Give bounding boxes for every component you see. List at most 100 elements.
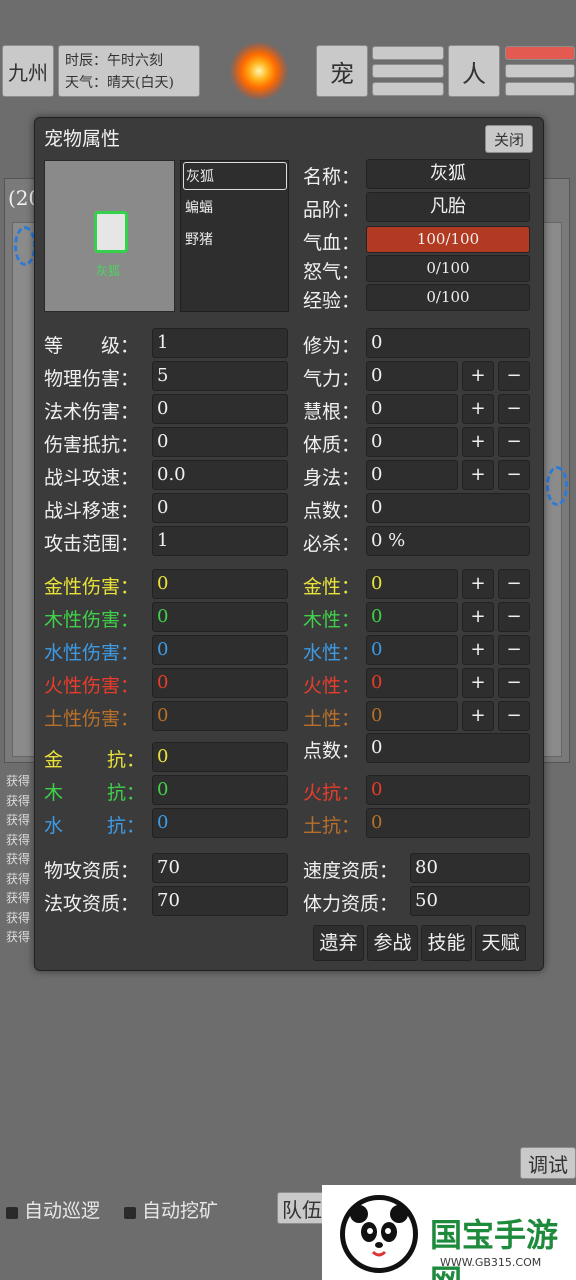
auto-patrol-toggle[interactable]: 自动巡逻 <box>6 1196 100 1223</box>
pet-card-icon <box>94 211 128 253</box>
fire-minus-button[interactable]: − <box>498 668 530 698</box>
strength-label: 气力： <box>303 368 361 390</box>
earth-attr-field: 0 <box>366 701 458 731</box>
wood-attr-field: 0 <box>366 602 458 632</box>
wisdom-plus-button[interactable]: + <box>462 394 494 424</box>
player-hp-bar <box>505 46 575 60</box>
checkbox-icon <box>124 1206 136 1219</box>
element-points-field: 0 <box>366 733 530 763</box>
water-attr-label: 水性： <box>303 642 361 664</box>
magic-damage-label: 法术伤害： <box>44 401 140 423</box>
auto-patrol-label: 自动巡逻 <box>24 1200 101 1222</box>
phys-damage-field: 5 <box>152 361 288 391</box>
earth-resist-field: 0 <box>366 808 530 838</box>
region-button[interactable]: 九州 <box>2 45 54 97</box>
skills-button[interactable]: 技能 <box>421 925 472 961</box>
wood-minus-button[interactable]: − <box>498 602 530 632</box>
stamina-aptitude-field: 50 <box>410 886 530 916</box>
cultivation-label: 修为： <box>303 335 361 357</box>
panda-logo-icon <box>340 1195 418 1273</box>
wood-resist-label-a: 木 <box>44 782 64 804</box>
points-label: 点数： <box>303 500 361 522</box>
time-weather-panel: 时辰：午时六刻 天气：晴天(白天) <box>58 45 200 97</box>
join-battle-button[interactable]: 参战 <box>367 925 418 961</box>
wood-plus-button[interactable]: + <box>462 602 494 632</box>
talent-button[interactable]: 天赋 <box>475 925 526 961</box>
metal-plus-button[interactable]: + <box>462 569 494 599</box>
crit-field: 0 % <box>366 526 530 556</box>
pet-tab[interactable]: 宠 <box>316 45 368 97</box>
water-damage-label: 水性伤害： <box>44 642 140 664</box>
fire-damage-label: 火性伤害： <box>44 675 140 697</box>
abandon-button[interactable]: 遗弃 <box>313 925 364 961</box>
level-label: 等 级： <box>44 335 140 357</box>
pet-list-item[interactable]: 野猪 <box>183 226 287 254</box>
wood-attr-label: 木性： <box>303 609 361 631</box>
strength-field: 0 <box>366 361 458 391</box>
metal-resist-label-b: 抗： <box>107 749 146 771</box>
strength-plus-button[interactable]: + <box>462 361 494 391</box>
watermark-url: WWW.GB315.COM <box>440 1256 542 1269</box>
water-minus-button[interactable]: − <box>498 635 530 665</box>
pet-list-item[interactable]: 蝙蝠 <box>183 194 287 222</box>
earth-plus-button[interactable]: + <box>462 701 494 731</box>
magic-aptitude-label: 法攻资质： <box>44 893 140 915</box>
water-attr-field: 0 <box>366 635 458 665</box>
fire-attr-label: 火性： <box>303 675 361 697</box>
move-speed-label: 战斗移速： <box>44 500 140 522</box>
metal-minus-button[interactable]: − <box>498 569 530 599</box>
wood-resist-field: 0 <box>152 775 288 805</box>
attack-range-label: 攻击范围： <box>44 533 140 555</box>
debug-button[interactable]: 调试 <box>520 1147 576 1179</box>
close-button[interactable]: 关闭 <box>485 125 533 153</box>
move-speed-field: 0 <box>152 493 288 523</box>
fire-damage-field: 0 <box>152 668 288 698</box>
earth-minus-button[interactable]: − <box>498 701 530 731</box>
phys-aptitude-field: 70 <box>152 853 288 883</box>
agility-plus-button[interactable]: + <box>462 460 494 490</box>
wisdom-minus-button[interactable]: − <box>498 394 530 424</box>
metal-damage-label: 金性伤害： <box>44 576 140 598</box>
pet-list-item[interactable]: 灰狐 <box>183 162 287 190</box>
rage-bar: 0/100 <box>366 255 530 282</box>
player-stat-bar <box>505 64 575 78</box>
weather-text: 天气：晴天(白天) <box>65 75 174 91</box>
speed-aptitude-field: 80 <box>410 853 530 883</box>
agility-field: 0 <box>366 460 458 490</box>
panda-face-icon <box>350 1205 408 1257</box>
agility-minus-button[interactable]: − <box>498 460 530 490</box>
auto-mine-label: 自动挖矿 <box>142 1200 219 1222</box>
pet-portrait-name: 灰狐 <box>96 264 121 278</box>
exp-label: 经验： <box>303 290 361 312</box>
person-tab[interactable]: 人 <box>448 45 500 97</box>
pet-slot-bar <box>372 64 444 78</box>
pet-list: 灰狐 蝙蝠 野猪 <box>180 160 289 312</box>
attack-speed-field: 0.0 <box>152 460 288 490</box>
earth-attr-label: 土性： <box>303 708 361 730</box>
time-text: 时辰：午时六刻 <box>65 53 163 69</box>
metal-attr-field: 0 <box>366 569 458 599</box>
magic-damage-field: 0 <box>152 394 288 424</box>
fire-resist-label: 火抗： <box>303 782 361 804</box>
fire-plus-button[interactable]: + <box>462 668 494 698</box>
rage-label: 怒气： <box>303 261 361 283</box>
metal-damage-field: 0 <box>152 569 288 599</box>
team-button[interactable]: 队伍 <box>277 1192 327 1224</box>
damage-resist-field: 0 <box>152 427 288 457</box>
strength-minus-button[interactable]: − <box>498 361 530 391</box>
wisdom-label: 慧根： <box>303 401 361 423</box>
water-damage-field: 0 <box>152 635 288 665</box>
earth-damage-field: 0 <box>152 701 288 731</box>
wood-damage-field: 0 <box>152 602 288 632</box>
level-field: 1 <box>152 328 288 358</box>
fire-attr-field: 0 <box>366 668 458 698</box>
checkbox-icon <box>6 1206 18 1219</box>
water-plus-button[interactable]: + <box>462 635 494 665</box>
points-field: 0 <box>366 493 530 523</box>
agility-label: 身法： <box>303 467 361 489</box>
water-resist-field: 0 <box>152 808 288 838</box>
fire-resist-field: 0 <box>366 775 530 805</box>
constitution-minus-button[interactable]: − <box>498 427 530 457</box>
constitution-plus-button[interactable]: + <box>462 427 494 457</box>
auto-mine-toggle[interactable]: 自动挖矿 <box>124 1196 218 1223</box>
